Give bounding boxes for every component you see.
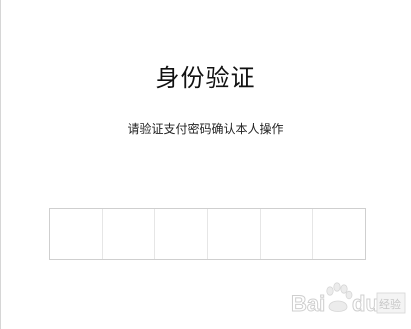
pin-digit-2[interactable] [103,209,156,259]
pin-digit-1[interactable] [50,209,103,259]
pin-digit-4[interactable] [208,209,261,259]
page-left-border [0,0,1,329]
pin-digit-5[interactable] [261,209,314,259]
page-subtitle: 请验证支付密码确认本人操作 [127,122,284,136]
payment-password-input[interactable] [49,208,366,260]
page-title: 身份验证 [155,64,256,92]
baidu-jingyan-watermark: Bai du 经验 [291,282,406,317]
svg-text:经验: 经验 [379,297,401,311]
pin-digit-3[interactable] [155,209,209,259]
pin-digit-6[interactable] [313,209,365,259]
svg-text:Bai: Bai [291,291,325,316]
verification-page: 身份验证 请验证支付密码确认本人操作 Bai du 经验 [0,0,411,329]
svg-text:du: du [352,291,379,316]
